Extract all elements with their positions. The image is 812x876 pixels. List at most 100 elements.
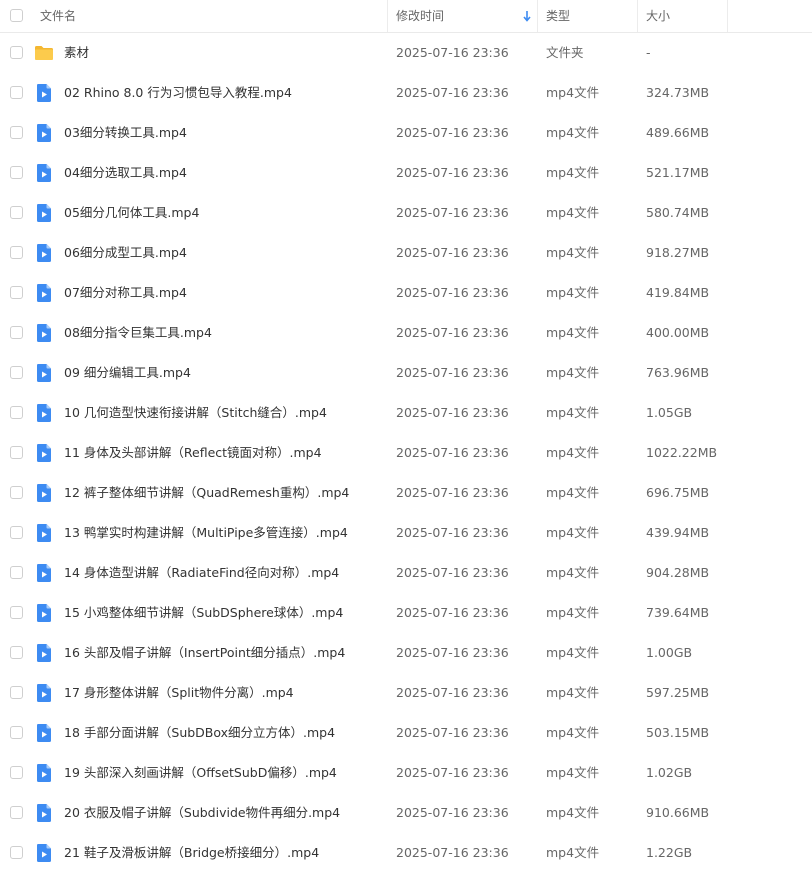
- file-row[interactable]: 03细分转换工具.mp4 2025-07-16 23:36 mp4文件 489.66M…: [0, 113, 812, 153]
- row-checkbox[interactable]: [10, 766, 23, 779]
- file-size: 597.25MB: [646, 685, 710, 700]
- row-checkbox[interactable]: [10, 46, 23, 59]
- file-size: 1.02GB: [646, 765, 693, 780]
- file-modified-time: 2025-07-16 23:36: [396, 525, 509, 540]
- file-row[interactable]: 06细分成型工具.mp4 2025-07-16 23:36 mp4文件 918.27M…: [0, 233, 812, 273]
- file-name[interactable]: 素材: [64, 33, 89, 73]
- file-row[interactable]: 素材 2025-07-16 23:36 文件夹 -: [0, 33, 812, 73]
- file-row[interactable]: 04细分选取工具.mp4 2025-07-16 23:36 mp4文件 521.17M…: [0, 153, 812, 193]
- file-type: mp4文件: [546, 565, 600, 580]
- video-file-icon: [34, 83, 54, 103]
- file-row[interactable]: 21 鞋子及滑板讲解（Bridge桥接细分）.mp4 2025-07-16 23:…: [0, 833, 812, 873]
- file-name[interactable]: 10 几何造型快速衔接讲解（Stitch缝合）.mp4: [64, 393, 327, 433]
- column-divider[interactable]: [727, 0, 728, 32]
- file-name[interactable]: 03细分转换工具.mp4: [64, 113, 187, 153]
- file-row[interactable]: 11 身体及头部讲解（Reflect镜面对称）.mp4 2025-07-16 23…: [0, 433, 812, 473]
- row-checkbox[interactable]: [10, 86, 23, 99]
- file-row[interactable]: 17 身形整体讲解（Split物件分离）.mp4 2025-07-16 23:36…: [0, 673, 812, 713]
- file-row[interactable]: 19 头部深入刻画讲解（OffsetSubD偏移）.mp4 2025-07-16 …: [0, 753, 812, 793]
- folder-icon: [34, 43, 54, 63]
- file-name[interactable]: 15 小鸡整体细节讲解（SubDSphere球体）.mp4: [64, 593, 343, 633]
- file-size: 419.84MB: [646, 285, 710, 300]
- file-name[interactable]: 13 鸭掌实时构建讲解（MultiPipe多管连接）.mp4: [64, 513, 348, 553]
- file-size: 763.96MB: [646, 365, 710, 380]
- file-modified-time: 2025-07-16 23:36: [396, 405, 509, 420]
- file-name[interactable]: 11 身体及头部讲解（Reflect镜面对称）.mp4: [64, 433, 322, 473]
- video-file-icon: [34, 643, 54, 663]
- file-name[interactable]: 21 鞋子及滑板讲解（Bridge桥接细分）.mp4: [64, 833, 319, 873]
- row-checkbox[interactable]: [10, 366, 23, 379]
- column-header-modified[interactable]: 修改时间: [396, 0, 444, 32]
- row-checkbox[interactable]: [10, 326, 23, 339]
- file-name[interactable]: 14 身体造型讲解（RadiateFind径向对称）.mp4: [64, 553, 339, 593]
- file-row[interactable]: 02 Rhino 8.0 行为习惯包导入教程.mp4 2025-07-16 23:…: [0, 73, 812, 113]
- file-name[interactable]: 02 Rhino 8.0 行为习惯包导入教程.mp4: [64, 73, 292, 113]
- row-checkbox[interactable]: [10, 446, 23, 459]
- file-size: 904.28MB: [646, 565, 710, 580]
- column-header-size[interactable]: 大小: [646, 0, 670, 32]
- row-checkbox[interactable]: [10, 246, 23, 259]
- file-name[interactable]: 05细分几何体工具.mp4: [64, 193, 199, 233]
- file-row[interactable]: 09 细分编辑工具.mp4 2025-07-16 23:36 mp4文件 763.96…: [0, 353, 812, 393]
- video-file-icon: [34, 483, 54, 503]
- file-modified-time: 2025-07-16 23:36: [396, 685, 509, 700]
- file-row[interactable]: 16 头部及帽子讲解（InsertPoint细分插点）.mp4 2025-07-1…: [0, 633, 812, 673]
- row-checkbox[interactable]: [10, 406, 23, 419]
- column-header-name[interactable]: 文件名: [40, 0, 76, 32]
- file-row[interactable]: 12 裤子整体细节讲解（QuadRemesh重构）.mp4 2025-07-16 …: [0, 473, 812, 513]
- sort-descending-icon[interactable]: [522, 9, 532, 23]
- column-header-type[interactable]: 类型: [546, 0, 570, 32]
- file-row[interactable]: 18 手部分面讲解（SubDBox细分立方体）.mp4 2025-07-16 23…: [0, 713, 812, 753]
- video-file-icon: [34, 443, 54, 463]
- column-divider[interactable]: [387, 0, 388, 32]
- row-checkbox[interactable]: [10, 606, 23, 619]
- file-name[interactable]: 20 衣服及帽子讲解（Subdivide物件再细分.mp4: [64, 793, 340, 833]
- file-name[interactable]: 16 头部及帽子讲解（InsertPoint细分插点）.mp4: [64, 633, 345, 673]
- row-checkbox[interactable]: [10, 166, 23, 179]
- file-size: 739.64MB: [646, 605, 710, 620]
- file-name[interactable]: 17 身形整体讲解（Split物件分离）.mp4: [64, 673, 294, 713]
- row-checkbox[interactable]: [10, 726, 23, 739]
- row-checkbox[interactable]: [10, 526, 23, 539]
- file-name[interactable]: 04细分选取工具.mp4: [64, 153, 187, 193]
- video-file-icon: [34, 243, 54, 263]
- row-checkbox[interactable]: [10, 686, 23, 699]
- file-name[interactable]: 12 裤子整体细节讲解（QuadRemesh重构）.mp4: [64, 473, 349, 513]
- row-checkbox[interactable]: [10, 846, 23, 859]
- file-row[interactable]: 10 几何造型快速衔接讲解（Stitch缝合）.mp4 2025-07-16 23…: [0, 393, 812, 433]
- file-size: 439.94MB: [646, 525, 710, 540]
- file-name[interactable]: 19 头部深入刻画讲解（OffsetSubD偏移）.mp4: [64, 753, 337, 793]
- file-name[interactable]: 07细分对称工具.mp4: [64, 273, 187, 313]
- video-file-icon: [34, 843, 54, 863]
- file-name[interactable]: 08细分指令巨集工具.mp4: [64, 313, 212, 353]
- file-row[interactable]: 05细分几何体工具.mp4 2025-07-16 23:36 mp4文件 580.74…: [0, 193, 812, 233]
- select-all-checkbox[interactable]: [10, 9, 23, 22]
- file-type: mp4文件: [546, 365, 600, 380]
- row-checkbox[interactable]: [10, 806, 23, 819]
- column-divider[interactable]: [537, 0, 538, 32]
- file-row[interactable]: 15 小鸡整体细节讲解（SubDSphere球体）.mp4 2025-07-16 …: [0, 593, 812, 633]
- video-file-icon: [34, 723, 54, 743]
- row-checkbox[interactable]: [10, 646, 23, 659]
- video-file-icon: [34, 763, 54, 783]
- row-checkbox[interactable]: [10, 126, 23, 139]
- file-name[interactable]: 09 细分编辑工具.mp4: [64, 353, 191, 393]
- row-checkbox[interactable]: [10, 566, 23, 579]
- file-name[interactable]: 18 手部分面讲解（SubDBox细分立方体）.mp4: [64, 713, 335, 753]
- file-modified-time: 2025-07-16 23:36: [396, 85, 509, 100]
- file-row[interactable]: 07细分对称工具.mp4 2025-07-16 23:36 mp4文件 419.84M…: [0, 273, 812, 313]
- file-name[interactable]: 06细分成型工具.mp4: [64, 233, 187, 273]
- file-type: 文件夹: [546, 45, 584, 60]
- column-divider[interactable]: [637, 0, 638, 32]
- file-modified-time: 2025-07-16 23:36: [396, 245, 509, 260]
- file-row[interactable]: 08细分指令巨集工具.mp4 2025-07-16 23:36 mp4文件 400.0…: [0, 313, 812, 353]
- file-type: mp4文件: [546, 165, 600, 180]
- row-checkbox[interactable]: [10, 486, 23, 499]
- file-row[interactable]: 14 身体造型讲解（RadiateFind径向对称）.mp4 2025-07-16…: [0, 553, 812, 593]
- row-checkbox[interactable]: [10, 286, 23, 299]
- video-file-icon: [34, 563, 54, 583]
- row-checkbox[interactable]: [10, 206, 23, 219]
- file-row[interactable]: 13 鸭掌实时构建讲解（MultiPipe多管连接）.mp4 2025-07-16…: [0, 513, 812, 553]
- file-modified-time: 2025-07-16 23:36: [396, 365, 509, 380]
- file-row[interactable]: 20 衣服及帽子讲解（Subdivide物件再细分.mp4 2025-07-16 …: [0, 793, 812, 833]
